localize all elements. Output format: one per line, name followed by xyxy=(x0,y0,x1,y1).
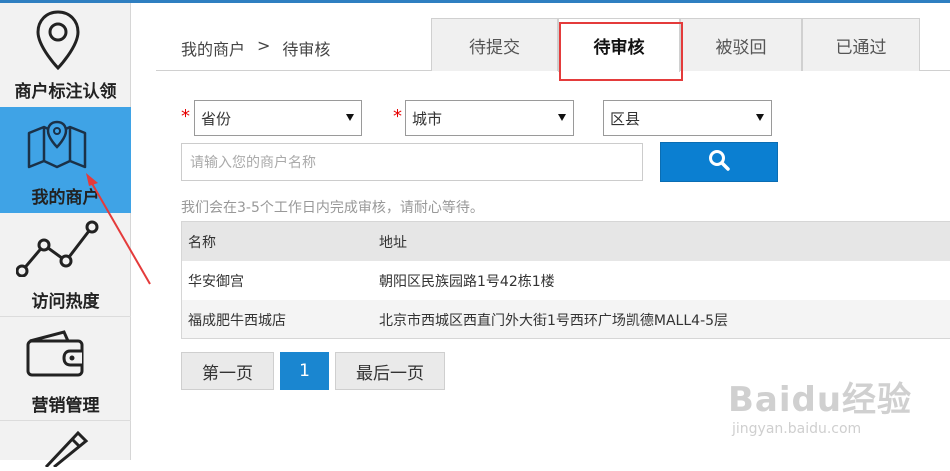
required-mark: * xyxy=(393,106,402,127)
table-header-row: 名称 地址 xyxy=(182,222,950,261)
map-pin-icon xyxy=(35,9,81,75)
sidebar-divider xyxy=(0,316,131,317)
merchant-name: 福成肥牛西城店 xyxy=(188,312,286,329)
province-select-value: 省份 xyxy=(201,109,232,128)
breadcrumb-link-my-merchants[interactable]: 我的商户 xyxy=(181,36,245,60)
table-bottom-border xyxy=(181,338,950,339)
city-select[interactable]: 城市 xyxy=(405,100,574,136)
district-select-value: 区县 xyxy=(610,109,641,128)
annotation-arrow xyxy=(86,173,151,285)
sidebar-item-label: 访问热度 xyxy=(31,292,100,312)
breadcrumb: 我的商户 > 待审核 xyxy=(181,36,330,60)
column-header-address: 地址 xyxy=(379,234,407,251)
tab-pending-submit[interactable]: 待提交 xyxy=(431,18,558,71)
search-button[interactable] xyxy=(660,142,778,182)
tab-rejected[interactable]: 被驳回 xyxy=(680,18,802,71)
baidu-jingyan-watermark: Baidu经验 jingyan.baidu.com xyxy=(728,372,912,437)
merchant-name-search-input[interactable]: 请输入您的商户名称 xyxy=(181,143,643,181)
sidebar-item-label: 商户标注认领 xyxy=(14,82,117,102)
search-icon xyxy=(707,148,731,176)
caret-down-icon xyxy=(346,114,354,121)
last-page-button[interactable]: 最后一页 xyxy=(335,352,445,390)
sidebar-item-marketing[interactable]: 营销管理 xyxy=(0,317,131,421)
sidebar-item-edit[interactable] xyxy=(0,421,131,469)
search-placeholder: 请输入您的商户名称 xyxy=(190,155,316,171)
tab-bar: 我的商户 > 待审核 待提交 待审核 被驳回 已通过 xyxy=(156,18,950,72)
wallet-icon xyxy=(24,329,88,383)
sidebar-item-merchant-claim[interactable]: 商户标注认领 xyxy=(0,3,131,107)
caret-down-icon xyxy=(558,114,566,121)
top-accent-line xyxy=(0,0,950,3)
first-page-button[interactable]: 第一页 xyxy=(181,352,274,390)
review-hint-text: 我们会在3-5个工作日内完成审核，请耐心等待。 xyxy=(181,200,484,216)
breadcrumb-current: 待审核 xyxy=(282,40,331,59)
table-row[interactable]: 福成肥牛西城店 北京市西城区西直门外大街1号西环广场凯德MALL4-5层 xyxy=(182,300,950,339)
sidebar-item-label: 营销管理 xyxy=(31,396,100,416)
sidebar-divider xyxy=(0,420,131,421)
pencil-icon xyxy=(40,427,90,471)
province-select[interactable]: 省份 xyxy=(194,100,362,136)
merchant-address: 朝阳区民族园路1号42栋1楼 xyxy=(379,273,555,290)
annotation-highlight-box xyxy=(559,22,683,81)
required-mark: * xyxy=(181,106,190,127)
watermark-logo-text: Baidu经验 xyxy=(728,380,913,420)
merchant-address: 北京市西城区西直门外大街1号西环广场凯德MALL4-5层 xyxy=(379,312,729,329)
tab-approved[interactable]: 已通过 xyxy=(802,18,920,71)
city-select-value: 城市 xyxy=(412,109,443,128)
current-page-button[interactable]: 1 xyxy=(280,352,329,390)
folded-map-icon xyxy=(26,119,88,175)
merchant-table: 名称 地址 华安御宫 朝阳区民族园路1号42栋1楼 福成肥牛西城店 北京市西城区… xyxy=(181,221,950,339)
merchant-name: 华安御宫 xyxy=(188,273,244,290)
district-select[interactable]: 区县 xyxy=(603,100,772,136)
column-header-name: 名称 xyxy=(188,234,216,251)
watermark-url: jingyan.baidu.com xyxy=(732,421,862,437)
caret-down-icon xyxy=(756,114,764,121)
table-row[interactable]: 华安御宫 朝阳区民族园路1号42栋1楼 xyxy=(182,261,950,300)
breadcrumb-separator: > xyxy=(257,36,271,55)
